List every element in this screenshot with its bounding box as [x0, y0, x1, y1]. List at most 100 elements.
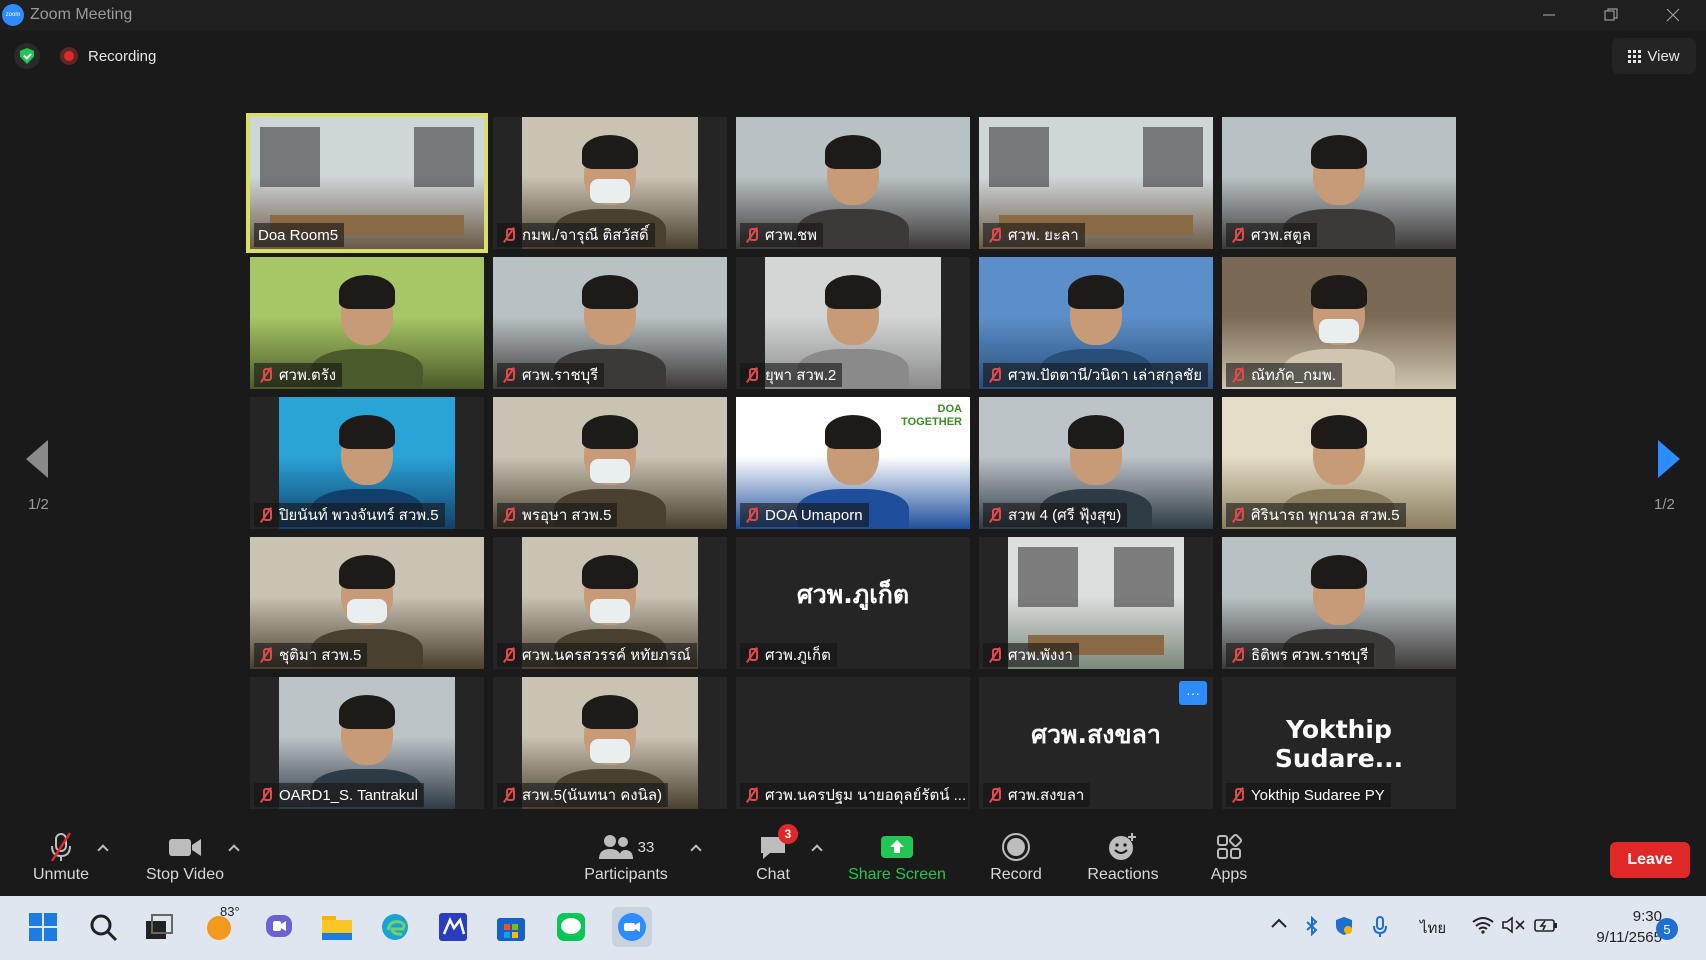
participant-tile[interactable]: ศวพ.นครปฐม นายอดุลย์รัตน์ ...: [736, 677, 970, 809]
chat-unread-badge: 3: [778, 824, 798, 844]
teams-chat-icon[interactable]: [262, 910, 296, 944]
edge-icon[interactable]: [378, 910, 412, 944]
reactions-smiley-icon: [1107, 830, 1139, 864]
participant-name-tag: ปิยนันท์ พวงจันทร์ สวพ.5: [254, 503, 445, 527]
participant-tile[interactable]: DOA TOGETHER DOA Umaporn: [736, 397, 970, 529]
participant-count: 33: [637, 838, 655, 856]
view-label: View: [1647, 47, 1680, 65]
microphone-muted-icon: [744, 647, 760, 663]
windows-start-icon[interactable]: [26, 910, 60, 944]
reactions-button[interactable]: Reactions: [1086, 830, 1160, 896]
view-button[interactable]: View: [1612, 38, 1696, 74]
participant-tile[interactable]: กมพ./จารุณี ติสวัสดิ์: [493, 117, 727, 249]
participant-tile[interactable]: ศวพ.นครสวรรค์ หทัยภรณ์: [493, 537, 727, 669]
microphone-tray-icon[interactable]: [1372, 916, 1388, 942]
zoom-app-icon[interactable]: [612, 907, 652, 947]
title-bar: zoom Zoom Meeting: [0, 0, 1706, 30]
participant-tile[interactable]: ศวพ. ยะลา: [979, 117, 1213, 249]
participant-name-tag: ศวพ.ภูเก็ต: [740, 643, 837, 667]
participant-tile[interactable]: ศิรินารถ พุกนวล สวพ.5: [1222, 397, 1456, 529]
participant-name: ชุติมา สวพ.5: [279, 647, 362, 664]
microphone-muted-icon: [501, 227, 517, 243]
notification-count-badge[interactable]: 5: [1656, 918, 1678, 940]
participant-name-tag: ชุติมา สวพ.5: [254, 643, 368, 667]
microphone-muted-icon: [987, 507, 1003, 523]
participant-tile[interactable]: ศวพ.พังงา: [979, 537, 1213, 669]
leave-button[interactable]: Leave: [1610, 842, 1690, 878]
microphone-muted-icon: [501, 507, 517, 523]
participant-tile[interactable]: ณัทภัค_กมพ.: [1222, 257, 1456, 389]
record-button[interactable]: Record: [982, 830, 1050, 896]
participant-name: ศวพ.นครสวรรค์ หทัยภรณ์: [522, 647, 691, 664]
participant-tile[interactable]: ธิติพร ศวพ.ราชบุรี: [1222, 537, 1456, 669]
file-explorer-icon[interactable]: [320, 910, 354, 944]
microphone-muted-icon: [258, 507, 274, 523]
chat-caret-icon[interactable]: [811, 844, 823, 856]
participant-tile[interactable]: ศวพ.สตูล: [1222, 117, 1456, 249]
line-app-icon[interactable]: [554, 910, 588, 944]
system-clock[interactable]: 9:30 9/11/2565: [1562, 906, 1662, 948]
participant-tile[interactable]: OARD1_S. Tantrakul: [250, 677, 484, 809]
bluetooth-icon[interactable]: [1304, 915, 1320, 940]
microphone-muted-icon: [987, 787, 1003, 803]
audio-options-caret-icon[interactable]: [97, 844, 109, 856]
unmute-button[interactable]: Unmute: [30, 830, 92, 896]
participant-tile[interactable]: ศวพ.ภูเก็ต ศวพ.ภูเก็ต: [736, 537, 970, 669]
participant-tile[interactable]: ศวพ.สงขลา ··· ศวพ.สงขลา: [979, 677, 1213, 809]
participant-name-tag: สวพ 4 (ศรี ฟุ้งสุข): [983, 503, 1128, 527]
participant-name: ศวพ.ภูเก็ต: [765, 647, 831, 664]
microphone-muted-icon: [987, 647, 1003, 663]
recording-indicator[interactable]: Recording: [56, 42, 166, 70]
next-page-arrow-icon[interactable]: [1658, 440, 1680, 478]
participant-display-name: ศวพ.ภูเก็ต: [796, 580, 910, 609]
participant-tile[interactable]: พรอุษา สวพ.5: [493, 397, 727, 529]
participant-tile[interactable]: Doa Room5: [246, 113, 488, 253]
apps-button[interactable]: Apps: [1208, 830, 1250, 896]
participant-tile[interactable]: ยุพา สวพ.2: [736, 257, 970, 389]
wifi-icon[interactable]: [1472, 916, 1494, 938]
restore-button[interactable]: [1582, 0, 1640, 30]
previous-page-arrow-icon[interactable]: [26, 440, 48, 478]
participant-tile[interactable]: Yokthip Sudare... Yokthip Sudaree PY: [1222, 677, 1456, 809]
visual-studio-icon[interactable]: [436, 910, 470, 944]
participant-name: DOA Umaporn: [765, 506, 863, 524]
encryption-shield-icon[interactable]: [14, 43, 40, 69]
microphone-muted-icon: [987, 367, 1003, 383]
show-hidden-icons-chevron-icon[interactable]: [1270, 916, 1288, 934]
more-options-button[interactable]: ···: [1179, 681, 1207, 705]
microphone-muted-icon: [744, 507, 760, 523]
participant-tile[interactable]: สวพ 4 (ศรี ฟุ้งสุข): [979, 397, 1213, 529]
participant-name-tag: ศวพ.ตรัง: [254, 363, 343, 387]
close-button[interactable]: [1644, 0, 1702, 30]
participant-tile[interactable]: ชุติมา สวพ.5: [250, 537, 484, 669]
stop-video-button[interactable]: Stop Video: [142, 830, 228, 896]
participant-tile[interactable]: ปิยนันท์ พวงจันทร์ สวพ.5: [250, 397, 484, 529]
security-shield-icon[interactable]: [1334, 916, 1354, 940]
battery-charging-icon[interactable]: [1534, 916, 1558, 938]
participants-button[interactable]: 33 Participants: [580, 830, 672, 896]
participant-name-tag: Yokthip Sudaree PY: [1226, 783, 1391, 807]
participant-name: ศวพ.ปัตตานี/วนิดา เล่าสกุลชัย: [1008, 367, 1202, 384]
participant-name: OARD1_S. Tantrakul: [279, 786, 418, 804]
input-language[interactable]: ไทย: [1420, 916, 1446, 940]
participant-tile[interactable]: ศวพ.ปัตตานี/วนิดา เล่าสกุลชัย: [979, 257, 1213, 389]
participant-tile[interactable]: ศวพ.ตรัง: [250, 257, 484, 389]
task-view-icon[interactable]: [142, 910, 176, 944]
microsoft-store-icon[interactable]: [494, 910, 528, 944]
participant-name: ศวพ.ราชบุรี: [522, 367, 599, 384]
participant-name: ศวพ.ชพ: [765, 227, 818, 244]
microphone-muted-icon: [501, 367, 517, 383]
microphone-muted-icon: [501, 647, 517, 663]
chat-button[interactable]: 3 Chat: [750, 824, 798, 896]
microphone-muted-icon: [1230, 367, 1246, 383]
participant-tile[interactable]: ศวพ.ชพ: [736, 117, 970, 249]
video-options-caret-icon[interactable]: [228, 844, 240, 856]
participant-tile[interactable]: ศวพ.ราชบุรี: [493, 257, 727, 389]
participants-caret-icon[interactable]: [690, 844, 702, 856]
minimize-button[interactable]: [1520, 0, 1578, 30]
search-icon[interactable]: [86, 910, 120, 944]
participant-name-tag: สวพ.5(นันทนา คงนิล): [497, 783, 669, 807]
participant-tile[interactable]: สวพ.5(นันทนา คงนิล): [493, 677, 727, 809]
speaker-muted-icon[interactable]: [1502, 916, 1526, 938]
share-screen-button[interactable]: Share Screen: [846, 830, 948, 896]
